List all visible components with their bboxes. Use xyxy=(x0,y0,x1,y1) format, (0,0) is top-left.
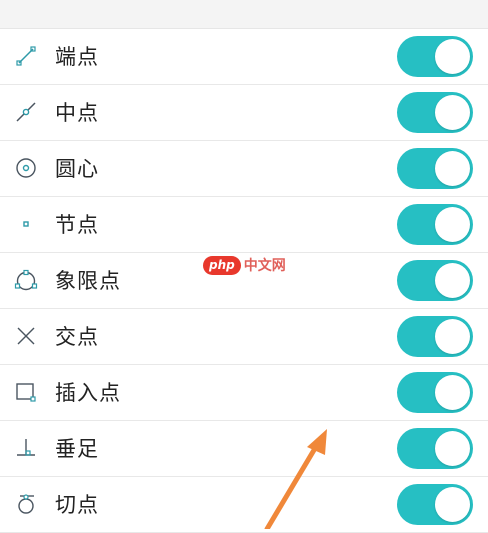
setting-row-center: 圆心 xyxy=(0,141,488,197)
toggle-insertion[interactable] xyxy=(397,372,473,413)
setting-row-tangent: 切点 xyxy=(0,477,488,533)
toggle-knob xyxy=(435,39,470,74)
node-snap-icon xyxy=(14,212,38,236)
toggle-knob xyxy=(435,375,470,410)
toggle-intersection[interactable] xyxy=(397,316,473,357)
setting-label: 插入点 xyxy=(55,381,121,405)
toggle-knob xyxy=(435,207,470,242)
toggle-quadrant[interactable] xyxy=(397,260,473,301)
setting-label: 垂足 xyxy=(55,437,99,461)
setting-row-perpendicular: 垂足 xyxy=(0,421,488,477)
setting-label: 象限点 xyxy=(55,269,121,293)
intersection-snap-icon xyxy=(14,324,38,348)
tangent-snap-icon xyxy=(14,492,38,516)
setting-row-intersection: 交点 xyxy=(0,309,488,365)
toggle-knob xyxy=(435,95,470,130)
snap-settings-list: 端点 中点 圆心 节点 象限点 交点 插入点 垂足 切点 xyxy=(0,29,488,533)
midpoint-snap-icon xyxy=(14,100,38,124)
watermark-badge: php xyxy=(203,255,241,275)
center-snap-icon xyxy=(14,156,38,180)
setting-label: 切点 xyxy=(55,493,99,517)
setting-row-insertion: 插入点 xyxy=(0,365,488,421)
setting-label: 节点 xyxy=(55,213,99,237)
endpoint-snap-icon xyxy=(14,44,38,68)
top-header-band xyxy=(0,0,488,29)
setting-row-midpoint: 中点 xyxy=(0,85,488,141)
setting-row-node: 节点 xyxy=(0,197,488,253)
toggle-node[interactable] xyxy=(397,204,473,245)
insertion-snap-icon xyxy=(14,380,38,404)
quadrant-snap-icon xyxy=(14,268,38,292)
toggle-center[interactable] xyxy=(397,148,473,189)
toggle-midpoint[interactable] xyxy=(397,92,473,133)
toggle-knob xyxy=(435,431,470,466)
annotation-arrow-icon xyxy=(264,429,327,529)
toggle-knob xyxy=(435,487,470,522)
toggle-endpoint[interactable] xyxy=(397,36,473,77)
setting-row-endpoint: 端点 xyxy=(0,29,488,85)
setting-label: 交点 xyxy=(55,325,99,349)
setting-label: 圆心 xyxy=(55,157,99,181)
toggle-tangent[interactable] xyxy=(397,484,473,525)
toggle-knob xyxy=(435,263,470,298)
perpendicular-snap-icon xyxy=(14,436,38,460)
php-watermark: php 中文网 xyxy=(203,255,286,275)
setting-label: 端点 xyxy=(55,45,99,69)
toggle-knob xyxy=(435,151,470,186)
toggle-knob xyxy=(435,319,470,354)
watermark-text: 中文网 xyxy=(243,258,286,274)
toggle-perpendicular[interactable] xyxy=(397,428,473,469)
setting-label: 中点 xyxy=(55,101,99,125)
